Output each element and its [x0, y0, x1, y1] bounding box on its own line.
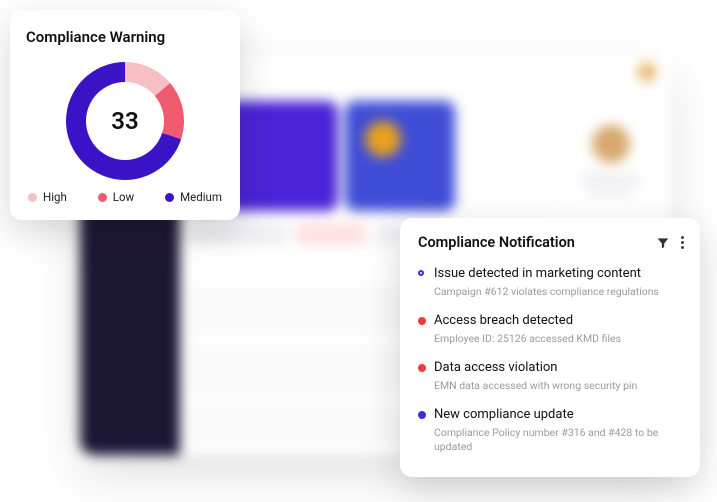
notification-item[interactable]: Data access violation EMN data accessed …	[418, 355, 684, 402]
status-dot-icon	[418, 270, 424, 276]
legend-high-label: High	[43, 190, 67, 204]
notification-item[interactable]: Access breach detected Employee ID: 2512…	[418, 308, 684, 355]
legend-high: High	[28, 190, 67, 204]
notification-subtitle: Campaign #612 violates compliance regula…	[434, 285, 684, 299]
compliance-warning-title: Compliance Warning	[26, 28, 224, 46]
notification-title: Issue detected in marketing content	[434, 266, 684, 283]
legend-dot-high-icon	[28, 193, 37, 202]
notification-item[interactable]: Issue detected in marketing content Camp…	[418, 261, 684, 308]
legend-low: Low	[98, 190, 134, 204]
notification-title: Access breach detected	[434, 313, 684, 330]
status-dot-icon	[418, 411, 426, 419]
notification-item[interactable]: New compliance update Compliance Policy …	[418, 402, 684, 463]
notification-title: Data access violation	[434, 360, 684, 377]
notification-list: Issue detected in marketing content Camp…	[418, 261, 684, 463]
legend-dot-medium-icon	[165, 193, 174, 202]
donut-chart: 33	[26, 56, 224, 186]
legend-dot-low-icon	[98, 193, 107, 202]
notification-subtitle: Compliance Policy number #316 and #428 t…	[434, 426, 684, 454]
more-options-icon[interactable]	[681, 236, 684, 249]
notification-subtitle: Employee ID: 25126 accessed KMD files	[434, 332, 684, 346]
filter-icon[interactable]	[655, 235, 671, 251]
legend-low-label: Low	[113, 190, 134, 204]
chart-legend: High Low Medium	[26, 186, 224, 204]
notification-subtitle: EMN data accessed with wrong security pi…	[434, 379, 684, 393]
compliance-notification-card: Compliance Notification Issue detected i…	[400, 218, 700, 477]
donut-value: 33	[86, 82, 164, 160]
status-dot-icon	[418, 317, 426, 325]
legend-medium-label: Medium	[180, 190, 222, 204]
compliance-notification-title: Compliance Notification	[418, 234, 575, 251]
compliance-warning-card: Compliance Warning 33 High Low Medium	[10, 10, 240, 220]
status-dot-icon	[418, 364, 426, 372]
notification-title: New compliance update	[434, 407, 684, 424]
donut-ring: 33	[66, 62, 184, 180]
legend-medium: Medium	[165, 190, 222, 204]
